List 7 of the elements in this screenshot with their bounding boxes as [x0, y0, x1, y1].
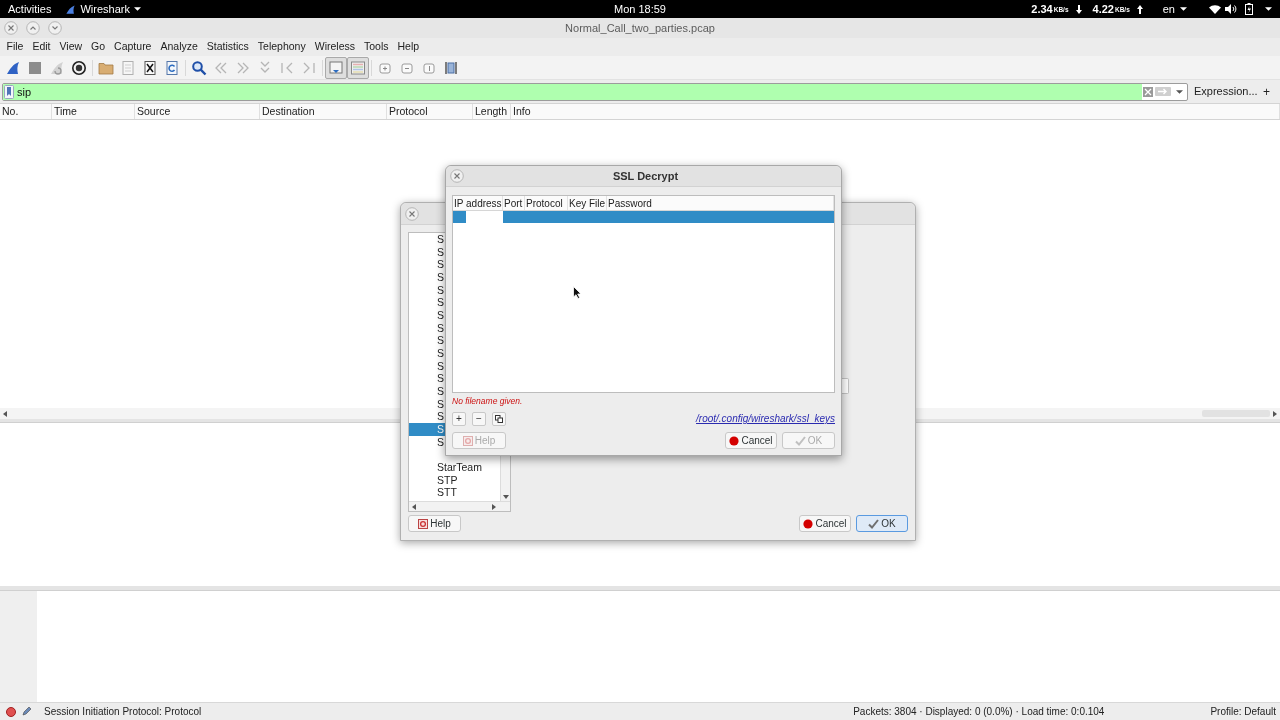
error-message: No filename given. [452, 396, 524, 407]
window-title: Normal_Call_two_parties.pcap [565, 20, 715, 36]
network-speed: 2.34 [1031, 1, 1053, 17]
dialog-title: SSL Decrypt [612, 168, 679, 184]
network-speed: 4.22 [1092, 1, 1114, 17]
status-message: Session Initiation Protocol: Protocol [44, 705, 202, 719]
packet-stats: Packets: 3804 · Displayed: 0 (0.0%) · Load time: 0:0.104 [853, 705, 1105, 719]
